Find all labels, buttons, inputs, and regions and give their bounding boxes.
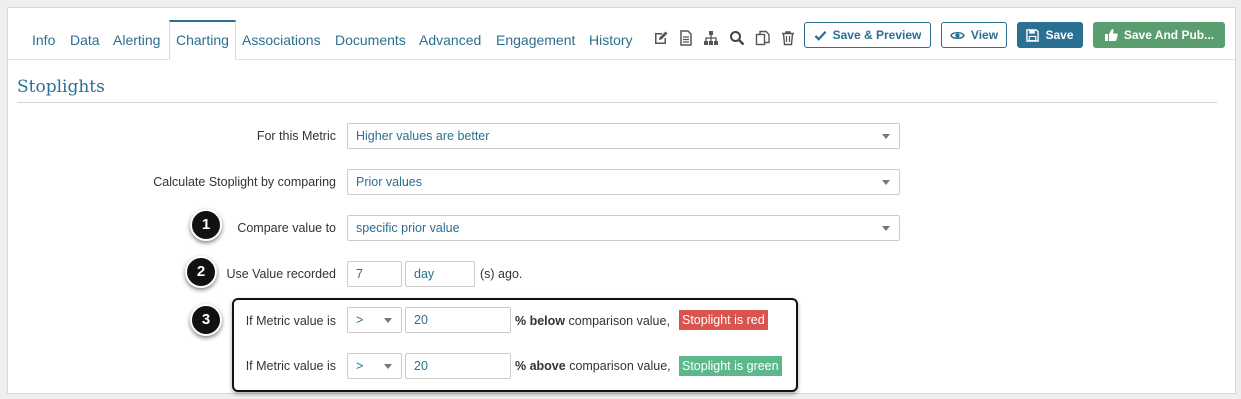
calculate-by-label: Calculate Stoplight by comparing <box>153 175 336 189</box>
floppy-icon <box>1026 28 1040 42</box>
eye-icon <box>950 31 965 39</box>
green-rule-operator-value: > <box>356 359 364 373</box>
stoplight-red-badge: Stoplight is red <box>679 310 768 330</box>
tab-data[interactable]: Data <box>70 20 100 60</box>
save-and-publish-label: Save And Pub... <box>1123 28 1215 42</box>
save-label: Save <box>1045 28 1074 42</box>
copy-icon[interactable] <box>755 30 771 46</box>
tab-history[interactable]: History <box>589 20 633 60</box>
tab-advanced[interactable]: Advanced <box>419 20 481 60</box>
red-rule-percent-input[interactable]: 20 <box>405 307 511 333</box>
chevron-down-icon <box>384 318 392 323</box>
green-rule-comparison-text: comparison value, <box>565 359 671 373</box>
tab-documents[interactable]: Documents <box>335 20 406 60</box>
red-rule-operator-value: > <box>356 313 364 327</box>
use-value-label: Use Value recorded <box>226 267 336 281</box>
tab-associations[interactable]: Associations <box>242 20 321 60</box>
hierarchy-icon[interactable] <box>703 30 719 46</box>
chevron-down-icon <box>384 364 392 369</box>
chevron-down-icon <box>882 180 890 185</box>
red-rule-comparison-text: comparison value, <box>565 314 670 328</box>
callout-badge-3: 3 <box>190 304 222 336</box>
green-rule-label: If Metric value is <box>245 359 336 373</box>
red-rule-text: % below comparison value, <box>515 314 670 328</box>
compare-value-select[interactable]: specific prior value <box>347 215 900 241</box>
save-button[interactable]: Save <box>1017 22 1083 48</box>
green-rule-operator-select[interactable]: > <box>347 353 402 379</box>
green-rule-percent-input[interactable]: 20 <box>405 353 511 379</box>
save-preview-button[interactable]: Save & Preview <box>804 22 931 48</box>
green-rule-bold-text: % above <box>515 359 566 373</box>
metric-direction-label: For this Metric <box>256 129 336 143</box>
document-icon[interactable] <box>678 30 694 46</box>
compare-value-label: Compare value to <box>237 221 336 235</box>
compare-value-value: specific prior value <box>356 221 460 235</box>
tab-engagement[interactable]: Engagement <box>496 20 575 60</box>
app-frame: Info Data Alerting Charting Associations… <box>7 7 1236 394</box>
view-label: View <box>970 28 999 42</box>
tab-bar: Info Data Alerting Charting Associations… <box>8 8 1235 60</box>
red-rule-bold-text: % below <box>515 314 566 328</box>
days-ago-suffix: (s) ago. <box>480 267 523 281</box>
tab-charting[interactable]: Charting <box>169 20 236 60</box>
green-rule-text: % above comparison value, <box>515 359 671 373</box>
tab-info[interactable]: Info <box>32 20 55 60</box>
chevron-down-icon <box>882 134 890 139</box>
metric-direction-value: Higher values are better <box>356 129 490 143</box>
callout-badge-2: 2 <box>185 256 217 288</box>
search-icon[interactable] <box>729 30 745 46</box>
save-and-publish-button[interactable]: Save And Pub... <box>1093 22 1225 48</box>
edit-icon[interactable] <box>653 30 669 46</box>
view-button[interactable]: View <box>941 22 1007 48</box>
red-rule-label: If Metric value is <box>245 314 336 328</box>
calculate-by-value: Prior values <box>356 175 422 189</box>
chevron-down-icon <box>882 226 890 231</box>
thumbs-up-icon <box>1104 29 1118 41</box>
callout-badge-1: 1 <box>190 209 222 241</box>
stoplight-green-badge: Stoplight is green <box>679 356 782 376</box>
check-icon <box>814 30 827 41</box>
section-divider <box>17 102 1217 103</box>
red-rule-operator-select[interactable]: > <box>347 307 402 333</box>
metric-direction-select[interactable]: Higher values are better <box>347 123 900 149</box>
save-preview-label: Save & Preview <box>832 28 922 42</box>
days-ago-input[interactable]: 7 <box>347 261 402 287</box>
period-unit-select[interactable]: day <box>405 261 475 287</box>
trash-icon[interactable] <box>780 30 796 46</box>
calculate-by-select[interactable]: Prior values <box>347 169 900 195</box>
tab-alerting[interactable]: Alerting <box>113 20 160 60</box>
section-title: Stoplights <box>17 77 105 97</box>
